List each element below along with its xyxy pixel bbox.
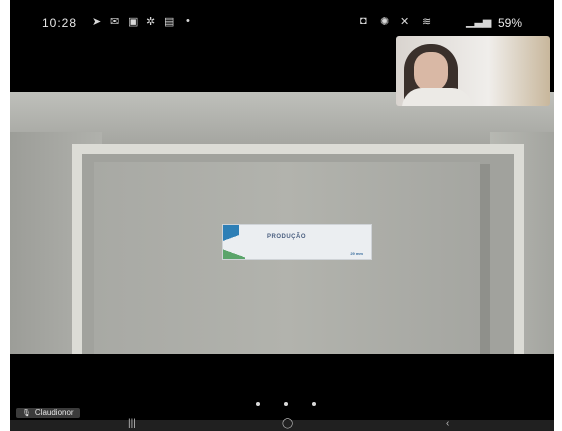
- participant-name-label: 🎙 Claudionor: [16, 408, 80, 418]
- mail-icon: ✉: [110, 16, 120, 28]
- page-indicator[interactable]: [254, 402, 324, 408]
- recents-icon[interactable]: |||: [128, 418, 136, 429]
- person-face: [414, 52, 448, 92]
- nfc-icon: ◘: [360, 15, 367, 27]
- mic-icon: 🎙: [22, 410, 31, 417]
- settings-icon: ✲: [146, 16, 156, 28]
- home-icon[interactable]: ◯: [282, 418, 293, 429]
- battery-level: 59%: [498, 16, 523, 30]
- participant-name: Claudionor: [34, 408, 74, 417]
- page-dot[interactable]: [256, 402, 260, 406]
- sign-title: PRODUÇÃO: [267, 234, 307, 240]
- person-shirt: [402, 88, 472, 106]
- wifi-icon: ≋: [422, 16, 432, 28]
- status-time: 10:28: [42, 16, 78, 30]
- page-dot[interactable]: [312, 402, 316, 406]
- signal-icon: ▁▃▅: [466, 16, 492, 28]
- navigation-icon: ➤: [92, 16, 102, 28]
- door-sign: PRODUÇÃO 29 mm: [222, 224, 372, 260]
- gallery-icon: ▣: [128, 16, 139, 28]
- navigation-bar: ||| ◯ ‹: [10, 418, 554, 431]
- photo-icon: ▤: [164, 16, 175, 28]
- phone-screen: 10:28 ➤ ✉ ▣ ✲ ▤ • ◘ ✺ ✕ ≋ ▁▃▅ 59% PRODUÇ…: [10, 0, 554, 431]
- page-dot-active[interactable]: [284, 402, 288, 406]
- vibrate-icon: ✺: [380, 16, 390, 28]
- door-edge: [480, 164, 490, 354]
- mute-icon: ✕: [400, 16, 410, 28]
- dot-icon: •: [186, 15, 190, 27]
- back-icon[interactable]: ‹: [446, 418, 449, 429]
- sign-brand: 29 mm: [350, 251, 363, 256]
- sign-logo-stripe: [223, 243, 245, 259]
- status-bar: 10:28 ➤ ✉ ▣ ✲ ▤ • ◘ ✺ ✕ ≋ ▁▃▅ 59%: [10, 0, 554, 36]
- remote-video-feed[interactable]: PRODUÇÃO 29 mm: [10, 92, 554, 354]
- self-video-preview[interactable]: [396, 36, 550, 106]
